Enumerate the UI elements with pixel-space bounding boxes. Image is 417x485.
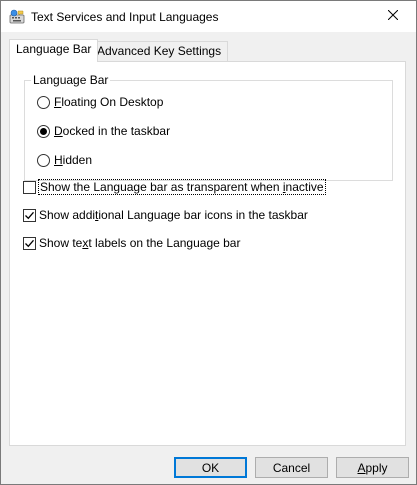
ok-button[interactable]: OK: [174, 457, 247, 478]
radio-label: Hidden: [54, 153, 93, 167]
dialog-window: Text Services and Input Languages Langua…: [0, 0, 417, 485]
checkbox-text-labels[interactable]: Show text labels on the Language bar: [23, 236, 240, 250]
button-bar: OK Cancel Apply: [1, 448, 416, 484]
checkmark-icon: [25, 211, 34, 219]
checkbox-label: Show text labels on the Language bar: [39, 236, 241, 250]
tab-panel-language-bar: Language Bar Floating On Desktop Docked …: [9, 61, 406, 446]
apply-button[interactable]: Apply: [336, 457, 409, 478]
checkbox-transparent-when-inactive[interactable]: Show the Language bar as transparent whe…: [23, 179, 326, 195]
groupbox-legend: Language Bar: [31, 73, 111, 87]
radio-label: Floating On Desktop: [54, 95, 164, 109]
close-button[interactable]: [370, 1, 416, 31]
radio-docked-in-taskbar[interactable]: Docked in the taskbar: [37, 124, 170, 138]
tab-label: Advanced Key Settings: [97, 44, 222, 58]
button-label: Cancel: [272, 460, 311, 475]
radio-hidden[interactable]: Hidden: [37, 153, 92, 167]
button-label: OK: [201, 460, 220, 475]
checkmark-icon: [25, 239, 34, 247]
tab-advanced-key-settings[interactable]: Advanced Key Settings: [90, 41, 229, 62]
checkbox-box-checked: [23, 236, 36, 250]
cancel-button[interactable]: Cancel: [255, 457, 328, 478]
radio-circle: [37, 153, 50, 167]
checkbox-box: [23, 180, 36, 194]
title-bar[interactable]: Text Services and Input Languages: [1, 1, 416, 32]
keyboard-globe-icon: [9, 9, 25, 25]
radio-label: Docked in the taskbar: [54, 124, 171, 138]
radio-circle: [37, 95, 50, 109]
button-label: Apply: [357, 460, 388, 475]
radio-floating-on-desktop[interactable]: Floating On Desktop: [37, 95, 163, 109]
checkbox-label: Show additional Language bar icons in th…: [39, 208, 308, 222]
window-title: Text Services and Input Languages: [31, 10, 219, 24]
close-icon: [387, 9, 399, 23]
checkbox-label: Show the Language bar as transparent whe…: [38, 179, 326, 195]
radio-circle-selected: [37, 124, 50, 138]
checkbox-additional-icons[interactable]: Show additional Language bar icons in th…: [23, 208, 308, 222]
checkbox-box-checked: [23, 208, 36, 222]
tab-language-bar[interactable]: Language Bar: [9, 39, 99, 62]
language-bar-groupbox: Language Bar Floating On Desktop Docked …: [24, 73, 393, 181]
tab-label: Language Bar: [16, 42, 92, 56]
